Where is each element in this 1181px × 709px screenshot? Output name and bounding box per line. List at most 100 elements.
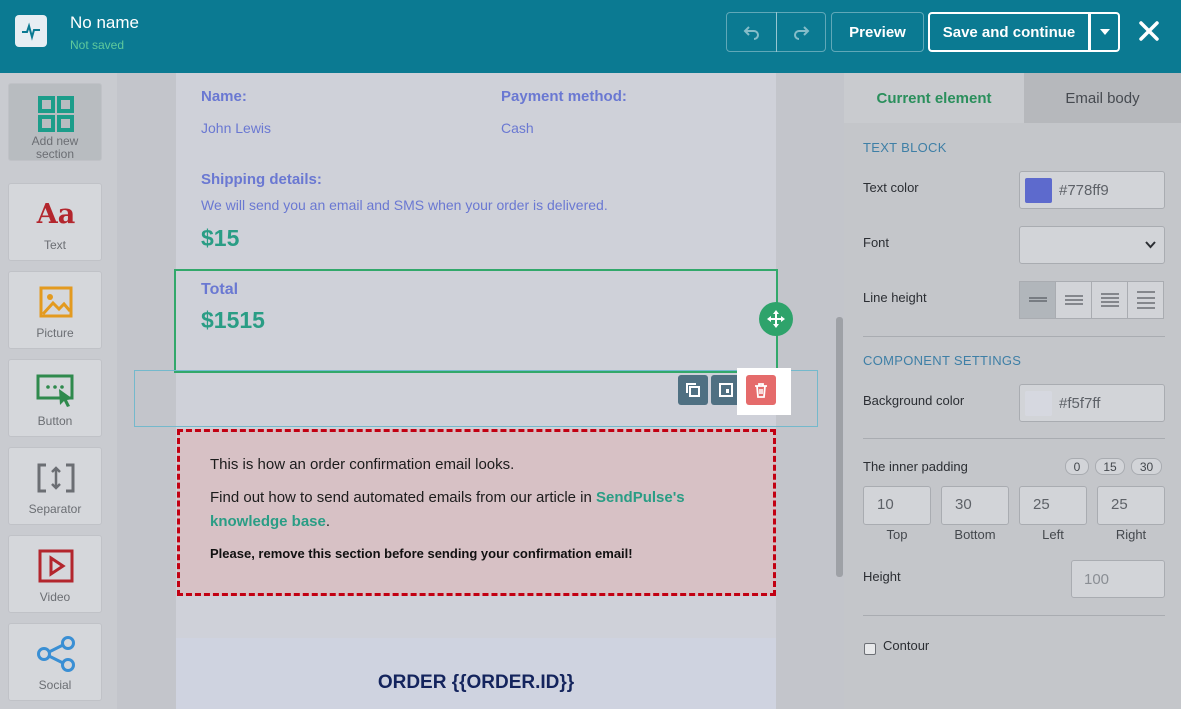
total-price: $1515 — [201, 307, 265, 333]
undo-button[interactable] — [726, 12, 777, 52]
tool-label: Social — [38, 678, 72, 692]
preview-button[interactable]: Preview — [831, 12, 924, 52]
inner-padding-label: The inner padding — [863, 459, 968, 474]
redo-icon — [794, 26, 810, 40]
font-select[interactable] — [1019, 226, 1165, 264]
blocks-sidebar: Add new section Aa Text Picture Button S… — [0, 73, 117, 709]
chevron-down-icon — [1145, 241, 1156, 249]
chevron-down-icon — [1099, 29, 1110, 35]
close-button[interactable] — [1136, 18, 1162, 44]
settings-panel: Current element Email body TEXT BLOCK Te… — [844, 73, 1181, 709]
divider — [863, 336, 1165, 337]
line-height-option-4[interactable] — [1127, 281, 1164, 319]
padding-bottom-caption: Bottom — [954, 527, 996, 542]
shipping-price: $15 — [201, 225, 240, 251]
video-icon — [35, 547, 77, 585]
add-new-section-tool[interactable]: Add new section — [8, 83, 102, 161]
padding-right-caption: Right — [1115, 527, 1147, 542]
text-block-heading: TEXT BLOCK — [863, 140, 947, 155]
picture-icon — [35, 283, 77, 321]
padding-left-input[interactable]: 25 — [1019, 486, 1087, 525]
order-title: ORDER {{ORDER.ID}} — [377, 672, 575, 693]
tool-label: Button — [37, 414, 73, 428]
move-arrows-icon — [767, 310, 785, 328]
document-title[interactable]: No name — [70, 13, 139, 33]
order-section[interactable]: ORDER {{ORDER.ID}} — [176, 638, 776, 709]
redo-button[interactable] — [776, 12, 826, 52]
top-bar: No name Not saved Preview Save and conti… — [0, 0, 1181, 73]
tab-email-body[interactable]: Email body — [1024, 73, 1181, 123]
notice-line-2-end: . — [325, 513, 331, 530]
notice-warning: Please, remove this section before sendi… — [210, 546, 633, 561]
tool-label: Text — [43, 238, 66, 252]
trash-icon — [755, 383, 767, 398]
picture-tool[interactable]: Picture — [8, 271, 102, 349]
text-tool[interactable]: Aa Text — [8, 183, 102, 261]
line-height-wide-icon — [1136, 291, 1155, 309]
text-color-field[interactable]: #778ff9 — [1019, 171, 1165, 209]
padding-preset-15[interactable]: 15 — [1095, 458, 1125, 475]
font-label: Font — [863, 235, 890, 250]
name-label: Name: — [201, 88, 247, 105]
line-height-label: Line height — [863, 290, 927, 305]
name-value: John Lewis — [201, 120, 272, 136]
notice-line-2: Find out how to send automated emails fr… — [210, 486, 755, 534]
contour-checkbox[interactable] — [864, 643, 876, 655]
padding-bottom-input[interactable]: 30 — [941, 486, 1009, 525]
padding-preset-30[interactable]: 30 — [1131, 458, 1162, 475]
padding-right-input[interactable]: 25 — [1097, 486, 1165, 525]
text-color-swatch[interactable] — [1025, 178, 1052, 203]
text-aa-icon: Aa — [36, 198, 76, 230]
move-handle[interactable] — [759, 302, 793, 336]
height-input[interactable]: 100 — [1071, 560, 1165, 598]
save-status: Not saved — [70, 38, 125, 52]
background-color-swatch[interactable] — [1025, 391, 1052, 416]
contour-label: Contour — [883, 638, 930, 653]
grid-icon — [35, 95, 77, 133]
payment-method-value: Cash — [501, 120, 534, 136]
delete-button[interactable] — [746, 375, 776, 405]
copy-icon — [686, 383, 700, 397]
divider — [863, 615, 1165, 616]
app-logo-icon[interactable] — [15, 15, 47, 47]
padding-preset-0[interactable]: 0 — [1065, 458, 1089, 475]
padding-left-caption: Left — [1042, 527, 1064, 542]
divider — [863, 438, 1165, 439]
video-tool[interactable]: Video — [8, 535, 102, 613]
duplicate-button[interactable] — [678, 375, 708, 405]
button-cursor-icon — [35, 371, 77, 409]
tool-label: Add new section — [31, 134, 79, 161]
line-height-normal-icon — [1064, 295, 1083, 305]
padding-top-caption: Top — [886, 527, 908, 542]
padding-top-input[interactable]: 10 — [863, 486, 931, 525]
canvas-scrollbar[interactable] — [836, 317, 843, 577]
tab-current-element[interactable]: Current element — [844, 73, 1024, 123]
shipping-note: We will send you an email and SMS when y… — [201, 197, 608, 213]
line-height-tight-icon — [1028, 297, 1047, 302]
shipping-label: Shipping details: — [201, 171, 322, 188]
notice-section[interactable]: This is how an order confirmation email … — [177, 429, 776, 596]
line-height-option-3[interactable] — [1091, 281, 1128, 319]
social-tool[interactable]: Social — [8, 623, 102, 701]
line-height-option-2[interactable] — [1055, 281, 1092, 319]
save-and-continue-button[interactable]: Save and continue — [928, 12, 1090, 52]
text-color-value: #778ff9 — [1059, 182, 1109, 199]
notice-line-2-text: Find out how to send automated emails fr… — [210, 489, 597, 506]
button-tool[interactable]: Button — [8, 359, 102, 437]
tool-label: Separator — [28, 502, 82, 516]
line-height-option-1[interactable] — [1019, 281, 1056, 319]
background-color-value: #f5f7ff — [1059, 395, 1101, 412]
line-height-loose-icon — [1100, 293, 1119, 307]
total-label: Total — [201, 281, 239, 298]
close-icon — [1139, 21, 1159, 41]
height-label: Height — [863, 569, 901, 584]
tool-label: Picture — [36, 326, 74, 340]
notice-line-1: This is how an order confirmation email … — [210, 456, 515, 473]
component-settings-heading: COMPONENT SETTINGS — [863, 353, 1022, 368]
save-options-button[interactable] — [1089, 12, 1120, 52]
separator-tool[interactable]: Separator — [8, 447, 102, 525]
save-block-icon — [719, 383, 733, 397]
background-color-field[interactable]: #f5f7ff — [1019, 384, 1165, 422]
separator-icon — [35, 459, 77, 497]
payment-method-label: Payment method: — [501, 88, 627, 105]
